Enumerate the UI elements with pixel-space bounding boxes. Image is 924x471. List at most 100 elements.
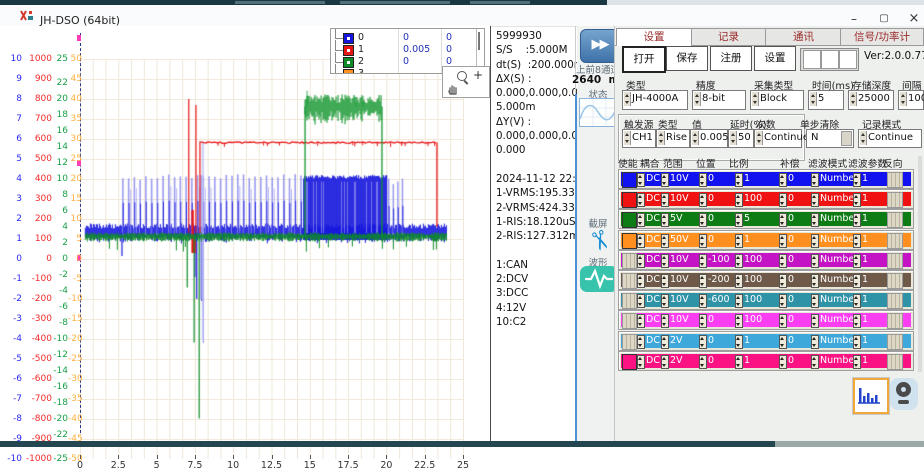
channel-cell[interactable]: -200 [708,274,730,285]
zoom-plus-label[interactable]: + [473,68,483,82]
spinner-icon[interactable] [735,314,743,328]
channel-row[interactable]: DC2V010Number1 [618,351,914,371]
invert-toggle[interactable] [887,172,903,188]
spinner-icon[interactable] [735,173,743,187]
legend-scrollbar[interactable] [478,32,480,50]
enable-toggle[interactable] [622,313,637,329]
channel-cell[interactable]: DC [646,234,660,245]
button-4[interactable]: 设置 [754,46,796,71]
spinner-icon[interactable] [810,92,817,106]
channel-row[interactable]: DC10V-1001000Number1 [618,250,914,270]
channel-cell[interactable]: 5 [744,213,750,224]
spinner-icon[interactable] [730,131,737,145]
spinner-icon[interactable] [811,274,819,288]
spinner-icon[interactable] [699,294,707,308]
tab-4[interactable]: 信号/功率计 [840,28,924,46]
spinner-icon[interactable] [811,314,819,328]
legend-row[interactable]: 000 [331,32,484,44]
channel-cell[interactable]: 10V [670,173,689,184]
channel-cell[interactable]: 0 [708,213,714,224]
spinner-icon[interactable] [811,234,819,248]
spinner-icon[interactable] [752,92,759,106]
channel-cell[interactable]: 0 [708,355,714,366]
channel-cell[interactable]: 0 [788,213,794,224]
spinner-icon[interactable] [699,314,707,328]
spinner-icon[interactable] [853,234,861,248]
channel-row[interactable]: DC10V-2001000Number1 [618,270,914,290]
channel-cell[interactable]: 1 [744,335,750,346]
spinner-icon[interactable] [637,335,645,349]
spinner-icon[interactable] [860,131,867,145]
channel-cell[interactable]: 10V [670,193,689,204]
tab-3[interactable]: 通讯 [765,28,842,46]
magnifier-icon[interactable] [457,71,467,81]
channel-cell[interactable]: 100 [744,254,762,265]
trigger-field[interactable]: Rise [656,129,690,148]
spinner-icon[interactable] [853,193,861,207]
spinner-icon[interactable] [756,131,763,145]
channel-cell[interactable]: 2V [670,335,683,346]
tab-2[interactable]: 记录 [690,28,767,46]
spinner-icon[interactable] [779,234,787,248]
invert-toggle[interactable] [887,293,903,309]
waveform-canvas[interactable] [80,30,464,436]
spinner-icon[interactable] [637,355,645,369]
channel-cell[interactable]: 0 [708,173,714,184]
channel-cell[interactable]: 1 [862,274,868,285]
channel-cell[interactable]: DC [646,193,660,204]
spinner-icon[interactable] [637,234,645,248]
channel-cell[interactable]: 1 [744,355,750,366]
spinner-icon[interactable] [779,193,787,207]
spinner-icon[interactable] [811,213,819,227]
channel-cell[interactable]: DC [646,173,660,184]
spinner-icon[interactable] [779,335,787,349]
channel-cell[interactable]: 0 [788,254,794,265]
spinner-icon[interactable] [699,173,707,187]
histogram-button[interactable] [853,378,889,414]
channel-cell[interactable]: 100 [744,274,762,285]
channel-cell[interactable]: 1 [862,213,868,224]
panel-scrollbar[interactable] [918,156,922,372]
channel-cell[interactable]: 0 [788,193,794,204]
spinner-icon[interactable] [735,213,743,227]
spinner-icon[interactable] [735,234,743,248]
plot-tools-box[interactable]: + [442,66,490,98]
channel-cell[interactable]: 1 [862,335,868,346]
param-field[interactable]: JH-4000A [622,90,688,110]
spinner-icon[interactable] [853,173,861,187]
invert-toggle[interactable] [887,334,903,350]
spinner-icon[interactable] [661,234,669,248]
spinner-icon[interactable] [661,274,669,288]
channel-cell[interactable]: 0 [788,234,794,245]
spinner-icon[interactable] [779,213,787,227]
spinner-icon[interactable] [661,173,669,187]
enable-toggle[interactable] [622,293,637,309]
spinner-icon[interactable] [661,335,669,349]
channel-cell[interactable]: 100 [744,314,762,325]
channel-cell[interactable]: 0 [708,193,714,204]
spinner-icon[interactable] [661,213,669,227]
channel-cell[interactable]: 100 [744,193,762,204]
invert-toggle[interactable] [887,192,903,208]
param-field[interactable]: 25000 [848,90,894,110]
enable-toggle[interactable] [622,212,637,228]
channel-row[interactable]: DC2V010Number1 [618,331,914,351]
spinner-icon[interactable] [637,173,645,187]
spinner-icon[interactable] [779,355,787,369]
channel-cell[interactable]: 1 [862,254,868,265]
channel-row[interactable]: DC10V01000Number1 [618,310,914,330]
channel-row[interactable]: DC50V010Number1 [618,230,914,250]
spinner-icon[interactable] [850,92,857,106]
spinner-icon[interactable] [661,314,669,328]
spinner-icon[interactable] [853,254,861,268]
tab-1[interactable]: 设置 [616,28,692,46]
channel-cell[interactable]: 0 [708,335,714,346]
channel-cell[interactable]: 0 [708,314,714,325]
spinner-icon[interactable] [779,294,787,308]
spinner-icon[interactable] [853,294,861,308]
spinner-icon[interactable] [637,274,645,288]
spinner-icon[interactable] [661,294,669,308]
invert-toggle[interactable] [887,313,903,329]
spinner-icon[interactable] [779,173,787,187]
param-field[interactable]: Block [750,90,804,110]
